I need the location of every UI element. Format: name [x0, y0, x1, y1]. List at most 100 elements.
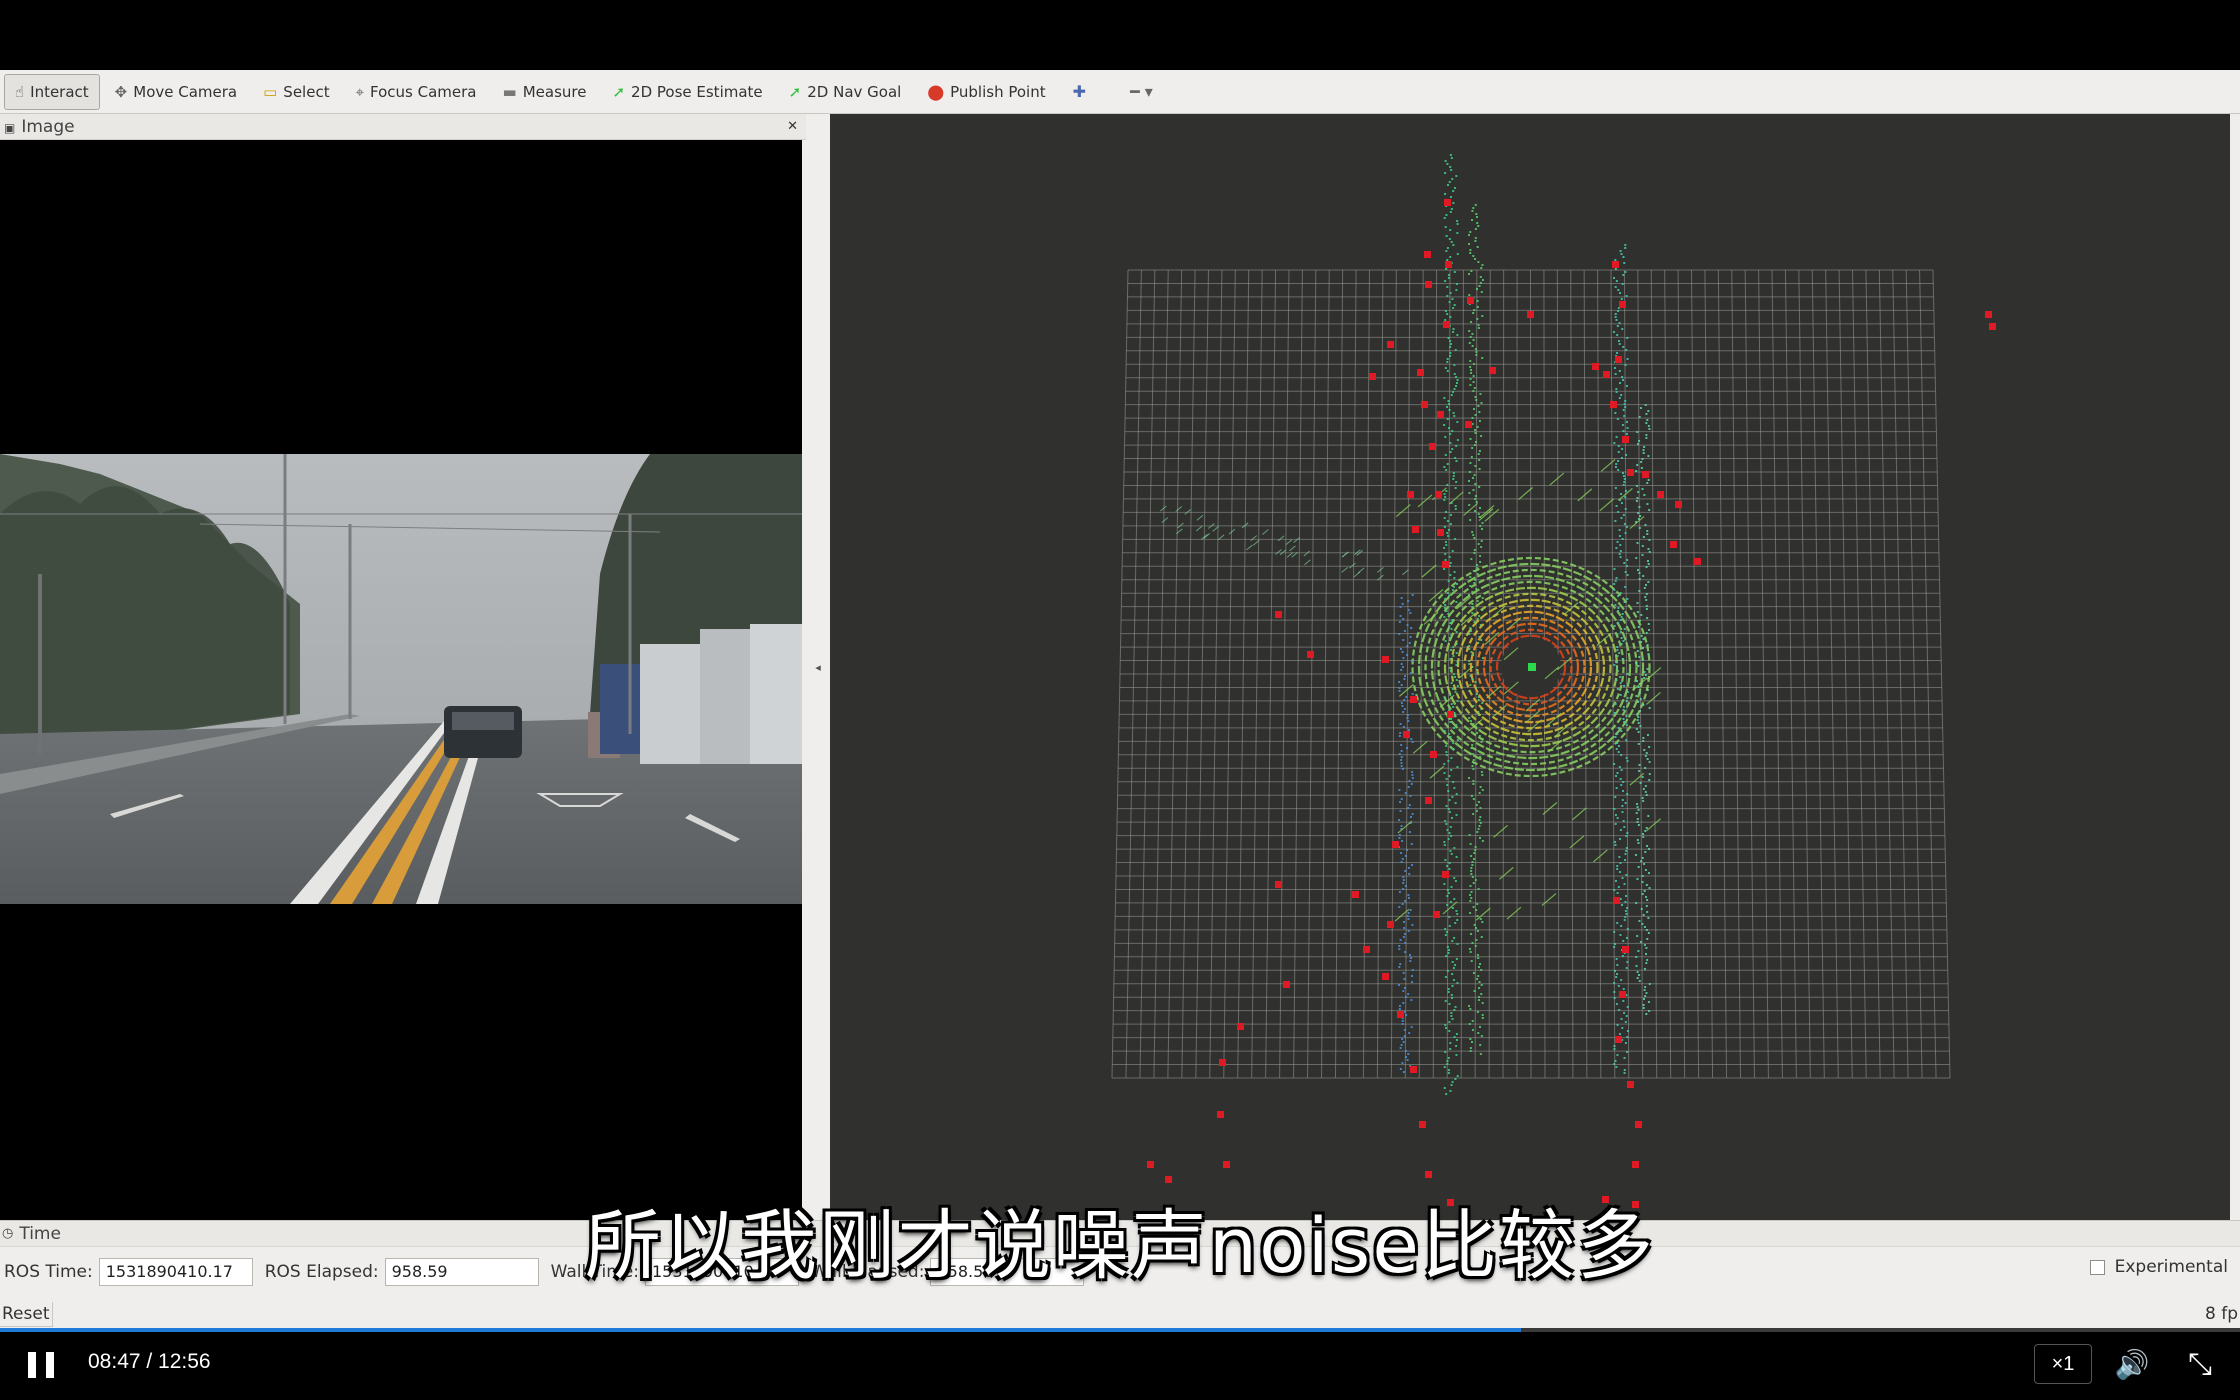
lidar-point [1447, 892, 1450, 894]
lidar-point [1447, 949, 1450, 951]
tool-interact[interactable]: ☝ Interact [4, 73, 100, 110]
lidar-point [1620, 925, 1623, 927]
lidar-point [1408, 1032, 1411, 1034]
point-cloud-view[interactable] [830, 114, 2230, 1220]
lidar-point [1613, 625, 1616, 627]
obstacle-marker [1437, 411, 1444, 418]
volume-icon[interactable]: 🔊 [2112, 1344, 2152, 1384]
ruler-icon: ▬ [502, 82, 517, 101]
obstacle-marker [1467, 297, 1474, 304]
lidar-point [1401, 666, 1404, 668]
tool-move-camera[interactable]: ✥ Move Camera [104, 74, 248, 110]
lidar-point [1644, 584, 1647, 586]
lidar-point [1474, 849, 1477, 851]
lidar-point [1470, 873, 1473, 875]
rviz-toolbar: ☝ Interact ✥ Move Camera ▭ Select ⌖ Focus Camer… [0, 70, 2240, 114]
lidar-point [1453, 937, 1456, 939]
lidar-point [1476, 930, 1479, 932]
3d-viewport[interactable] [830, 114, 2230, 1220]
fullscreen-exit-icon[interactable]: ⤡ [2180, 1344, 2220, 1384]
lidar-point [1400, 756, 1403, 758]
lidar-point [1471, 531, 1474, 533]
lidar-point [1196, 514, 1204, 521]
lidar-point [1452, 742, 1455, 744]
lidar-point [1445, 469, 1448, 471]
lidar-point [1618, 553, 1621, 555]
obstacle-marker [1622, 946, 1629, 953]
lidar-point [1450, 853, 1453, 855]
lidar-point [1472, 768, 1475, 770]
lidar-point [1644, 830, 1647, 832]
lidar-point [1445, 931, 1448, 933]
lidar-point [1474, 237, 1477, 239]
lidar-point [1446, 520, 1449, 522]
pause-icon[interactable] [28, 1352, 54, 1378]
remove-tool-icon[interactable]: ━ ▾ [1118, 82, 1165, 101]
lidar-point [1444, 1027, 1447, 1029]
lidar-point [1411, 813, 1414, 815]
lidar-point [1446, 163, 1449, 165]
obstacle-marker [1657, 491, 1664, 498]
reset-button[interactable]: Reset [0, 1301, 53, 1327]
lidar-point [1475, 810, 1478, 812]
tool-2d-nav-goal[interactable]: ➚ 2D Nav Goal [778, 74, 913, 110]
lidar-point [1408, 780, 1411, 782]
lidar-point [1450, 757, 1453, 759]
lidar-point [1456, 739, 1459, 741]
lidar-point [1444, 367, 1447, 369]
lidar-point [1644, 791, 1647, 793]
lidar-point [1641, 488, 1644, 490]
playback-speed-button[interactable]: ×1 [2034, 1344, 2092, 1384]
lidar-point [1446, 358, 1449, 360]
tool-select[interactable]: ▭ Select [252, 74, 340, 110]
lidar-point [1647, 872, 1650, 874]
tool-focus-camera[interactable]: ⌖ Focus Camera [345, 74, 488, 110]
lidar-point [1480, 771, 1483, 773]
lidar-point [1447, 808, 1450, 810]
lidar-point [1645, 1013, 1648, 1015]
lidar-point [1407, 918, 1410, 920]
lidar-point [1636, 542, 1639, 544]
add-tool-icon[interactable]: ✚ [1061, 82, 1098, 101]
progress-bar[interactable] [0, 1328, 2240, 1332]
lidar-point [1616, 733, 1619, 735]
lidar-point [1647, 623, 1650, 625]
map-pin-icon: ⬤ [927, 82, 945, 101]
tool-publish-point[interactable]: ⬤ Publish Point [916, 74, 1056, 110]
lidar-point [1474, 432, 1477, 434]
lidar-point [1624, 586, 1627, 588]
lidar-point [1617, 511, 1620, 513]
lidar-point [1644, 404, 1647, 406]
lidar-point [1614, 1060, 1617, 1062]
lidar-point [1402, 879, 1405, 881]
lidar-point [1615, 547, 1618, 549]
lidar-point [1621, 805, 1624, 807]
lidar-point [1472, 753, 1475, 755]
tool-2d-pose-estimate[interactable]: ➚ 2D Pose Estimate [601, 74, 773, 110]
lidar-point [1480, 984, 1483, 986]
lidar-point [1450, 208, 1453, 210]
lidar-point [1638, 710, 1641, 712]
lidar-point [1400, 1044, 1403, 1046]
lidar-point [1614, 520, 1617, 522]
tool-measure[interactable]: ▬ Measure [492, 74, 598, 110]
lidar-point [1637, 443, 1640, 445]
lidar-point [1412, 740, 1428, 754]
lidar-point [1456, 334, 1459, 336]
lidar-point [1402, 990, 1405, 992]
lidar-point [1647, 815, 1650, 817]
lidar-point [1477, 327, 1480, 329]
lidar-point [1481, 921, 1484, 923]
lidar-point [1615, 976, 1618, 978]
lidar-point [1449, 355, 1452, 357]
lidar-point [1623, 262, 1626, 264]
lidar-point [1471, 603, 1474, 605]
lidar-point [1477, 711, 1480, 713]
obstacle-marker [1642, 471, 1649, 478]
lidar-point [1448, 811, 1451, 813]
panel-splitter[interactable]: ◂ [806, 114, 830, 1220]
close-icon[interactable]: ✕ [787, 119, 798, 134]
lidar-point [1400, 765, 1403, 767]
lidar-point [1404, 900, 1407, 902]
lidar-point [1406, 654, 1409, 656]
